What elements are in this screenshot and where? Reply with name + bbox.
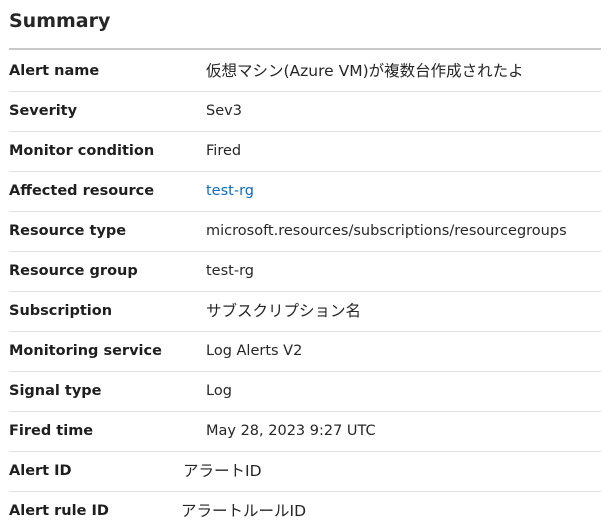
row-alert-name: Alert name 仮想マシン(Azure VM)が複数台作成されたよ	[9, 52, 601, 92]
row-alert-id: Alert ID アラートID	[9, 452, 601, 492]
row-resource-type: Resource type microsoft.resources/subscr…	[9, 212, 601, 252]
signal-type-value: Log	[206, 383, 232, 399]
row-subscription: Subscription サブスクリプション名	[9, 292, 601, 332]
summary-title: Summary	[9, 10, 111, 32]
subscription-value: サブスクリプション名	[206, 302, 362, 320]
alert-rule-id-label: Alert rule ID	[9, 503, 109, 519]
summary-table: Alert name 仮想マシン(Azure VM)が複数台作成されたよ Sev…	[9, 52, 601, 531]
monitor-condition-label: Monitor condition	[9, 143, 155, 159]
alert-name-label: Alert name	[9, 63, 100, 79]
resource-group-value: test-rg	[206, 263, 254, 279]
severity-value: Sev3	[206, 103, 242, 119]
resource-type-value: microsoft.resources/subscriptions/resour…	[206, 223, 567, 239]
resource-group-label: Resource group	[9, 263, 138, 279]
row-alert-rule-id: Alert rule ID アラートルールID	[9, 492, 601, 531]
affected-resource-label: Affected resource	[9, 183, 155, 199]
row-fired-time: Fired time May 28, 2023 9:27 UTC	[9, 412, 601, 452]
row-signal-type: Signal type Log	[9, 372, 601, 412]
resource-type-label: Resource type	[9, 223, 127, 239]
fired-time-label: Fired time	[9, 423, 94, 439]
row-resource-group: Resource group test-rg	[9, 252, 601, 292]
monitoring-service-value: Log Alerts V2	[206, 343, 303, 359]
row-monitor-condition: Monitor condition Fired	[9, 132, 601, 172]
alert-name-value: 仮想マシン(Azure VM)が複数台作成されたよ	[206, 62, 524, 80]
alert-id-label: Alert ID	[9, 463, 72, 479]
fired-time-value: May 28, 2023 9:27 UTC	[206, 423, 376, 439]
signal-type-label: Signal type	[9, 383, 102, 399]
subscription-label: Subscription	[9, 303, 113, 319]
row-affected-resource: Affected resource test-rg	[9, 172, 601, 212]
alert-id-value: アラートID	[183, 462, 262, 480]
monitor-condition-value: Fired	[206, 143, 242, 159]
alert-rule-id-value: アラートルールID	[181, 502, 307, 520]
title-divider	[9, 48, 601, 50]
severity-label: Severity	[9, 103, 78, 119]
row-severity: Severity Sev3	[9, 92, 601, 132]
monitoring-service-label: Monitoring service	[9, 343, 162, 359]
row-monitoring-service: Monitoring service Log Alerts V2	[9, 332, 601, 372]
affected-resource-link[interactable]: test-rg	[206, 172, 254, 210]
